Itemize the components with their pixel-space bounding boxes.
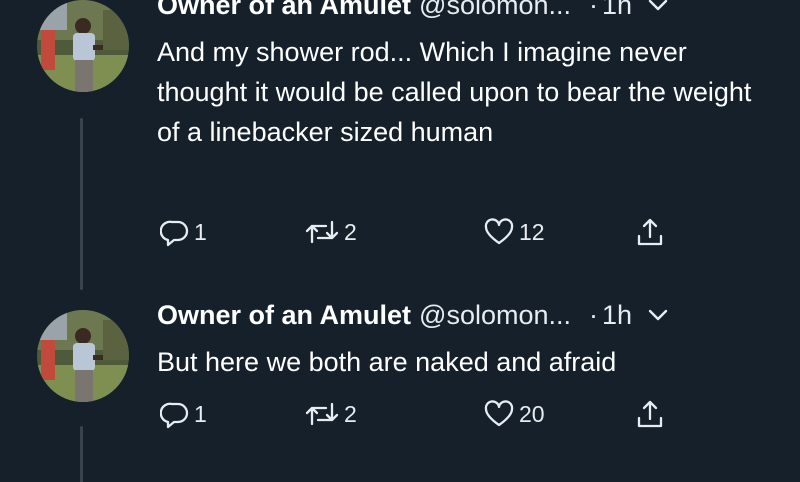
avatar-photo bbox=[37, 310, 129, 402]
like-button[interactable]: 12 bbox=[483, 212, 545, 252]
chevron-down-icon[interactable] bbox=[648, 308, 668, 322]
share-button[interactable] bbox=[635, 394, 665, 434]
reply-button[interactable]: 1 bbox=[160, 212, 207, 252]
share-icon bbox=[635, 398, 665, 430]
tweet-header: Owner of an Amulet @solomon... · 1h bbox=[157, 300, 777, 340]
like-button[interactable]: 20 bbox=[483, 394, 545, 434]
chevron-down-icon[interactable] bbox=[648, 0, 668, 12]
reply-count: 1 bbox=[194, 218, 207, 245]
reply-icon bbox=[160, 399, 190, 429]
tweet[interactable]: Owner of an Amulet @solomon... · 1h And … bbox=[0, 0, 800, 290]
tweet-header: Owner of an Amulet @solomon... · 1h bbox=[157, 0, 777, 30]
retweet-count: 2 bbox=[344, 400, 357, 427]
retweet-button[interactable]: 2 bbox=[304, 212, 357, 252]
tweet-text: And my shower rod... Which I imagine nev… bbox=[157, 37, 752, 147]
tweet-content: Owner of an Amulet @solomon... · 1h But … bbox=[157, 296, 777, 429]
reply-icon bbox=[160, 217, 190, 247]
share-button[interactable] bbox=[635, 212, 665, 252]
like-count: 12 bbox=[519, 218, 545, 245]
thread-line bbox=[80, 426, 83, 482]
author-handle[interactable]: @solomon... bbox=[419, 300, 571, 331]
separator-dot: · bbox=[589, 300, 598, 330]
reply-count: 1 bbox=[194, 400, 207, 427]
tweet[interactable]: Owner of an Amulet @solomon... · 1h But … bbox=[0, 296, 800, 482]
timestamp[interactable]: 1h bbox=[602, 0, 632, 21]
retweet-button[interactable]: 2 bbox=[304, 394, 357, 434]
tweet-actions: 1 2 20 bbox=[157, 394, 717, 434]
timeline: Owner of an Amulet @solomon... · 1h And … bbox=[0, 0, 800, 482]
tweet-content: Owner of an Amulet @solomon... · 1h And … bbox=[157, 0, 777, 247]
reply-button[interactable]: 1 bbox=[160, 394, 207, 434]
author-name[interactable]: Owner of an Amulet bbox=[157, 0, 411, 21]
author-name[interactable]: Owner of an Amulet bbox=[157, 300, 411, 331]
thread-line bbox=[80, 118, 83, 290]
like-icon bbox=[483, 399, 515, 429]
like-icon bbox=[483, 217, 515, 247]
share-icon bbox=[635, 216, 665, 248]
avatar[interactable] bbox=[37, 0, 129, 92]
timestamp[interactable]: 1h bbox=[602, 300, 632, 331]
retweet-icon bbox=[304, 399, 340, 429]
avatar-photo bbox=[37, 0, 129, 92]
tweet-actions: 1 2 12 bbox=[157, 212, 717, 252]
avatar[interactable] bbox=[37, 310, 129, 402]
retweet-count: 2 bbox=[344, 218, 357, 245]
like-count: 20 bbox=[519, 400, 545, 427]
tweet-text: But here we both are naked and afraid bbox=[157, 347, 617, 377]
separator-dot: · bbox=[589, 0, 598, 20]
author-handle[interactable]: @solomon... bbox=[419, 0, 571, 21]
retweet-icon bbox=[304, 217, 340, 247]
